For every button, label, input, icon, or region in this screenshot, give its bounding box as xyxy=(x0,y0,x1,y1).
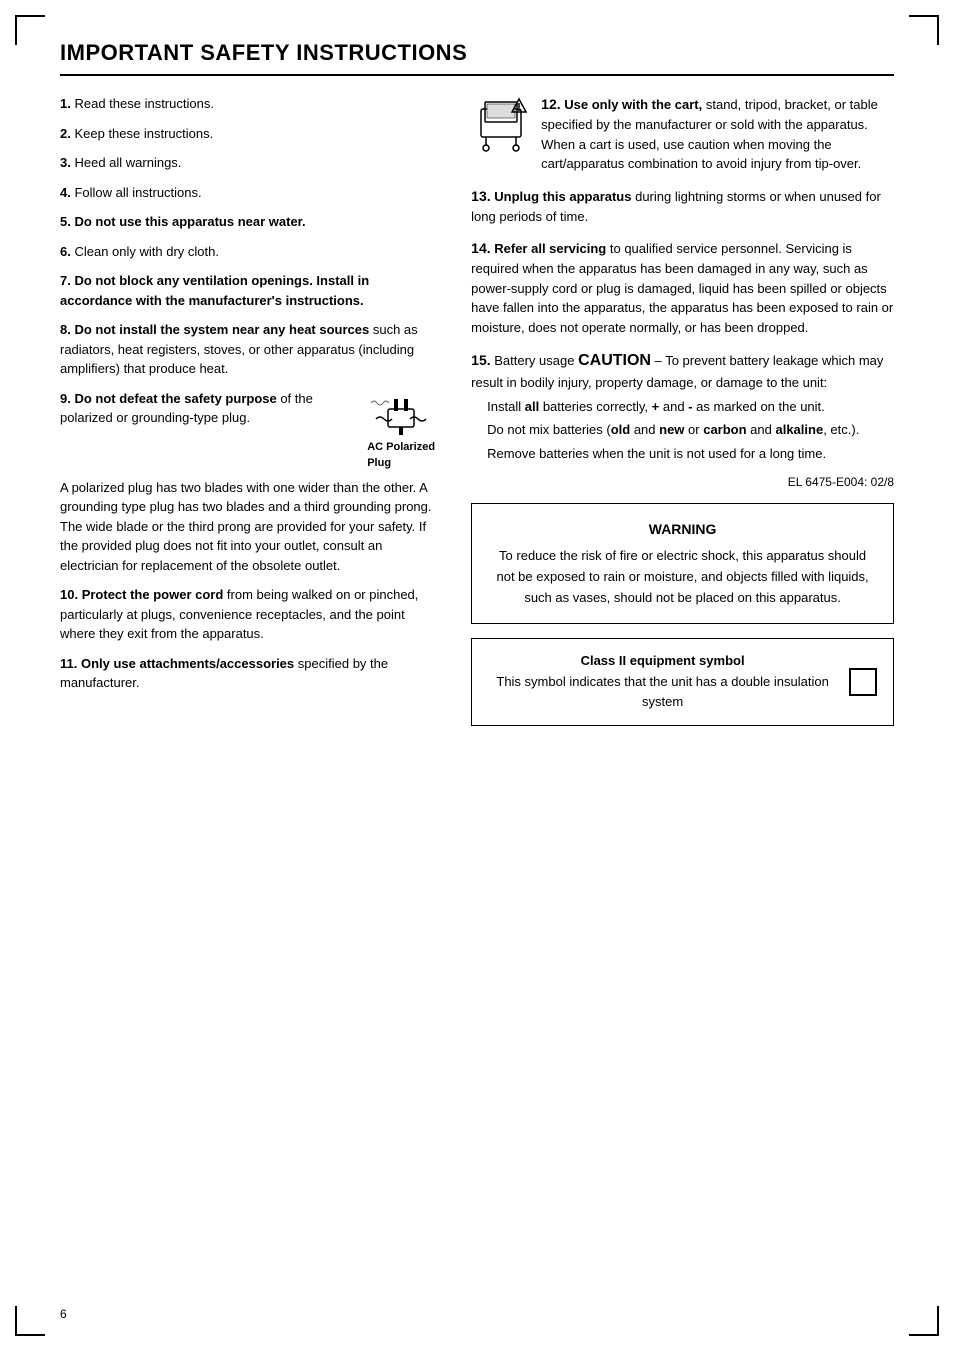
list-item: 3. Heed all warnings. xyxy=(60,153,441,173)
warning-title: WARNING xyxy=(492,518,873,540)
page-number: 6 xyxy=(60,1307,67,1321)
list-item-11: 11. Only use attachments/accessories spe… xyxy=(60,654,441,693)
el-number: EL 6475-E004: 02/8 xyxy=(471,475,894,489)
ac-plug-box: AC PolarizedPlug xyxy=(361,389,441,472)
list-item: 1. Read these instructions. xyxy=(60,94,441,114)
list-item-5: 5. Do not use this apparatus near water. xyxy=(60,212,441,232)
list-item-14: 14. Refer all servicing to qualified ser… xyxy=(471,238,894,337)
class2-box: Class II equipment symbol This symbol in… xyxy=(471,638,894,726)
corner-mark-tr xyxy=(909,15,939,45)
list-item-12: 12. Use only with the cart, stand, tripo… xyxy=(471,94,894,174)
list-item-10: 10. Protect the power cord from being wa… xyxy=(60,585,441,644)
list-item: 6. Clean only with dry cloth. xyxy=(60,242,441,262)
list-item-13: 13. Unplug this apparatus during lightni… xyxy=(471,186,894,227)
list-item-7: 7. Do not block any ventilation openings… xyxy=(60,271,441,310)
corner-mark-br xyxy=(909,1306,939,1336)
ac-plug-icon xyxy=(366,389,436,439)
list-item: 4. Follow all instructions. xyxy=(60,183,441,203)
class2-title: Class II equipment symbol xyxy=(581,653,745,668)
page-title: IMPORTANT SAFETY INSTRUCTIONS xyxy=(60,40,894,76)
page: IMPORTANT SAFETY INSTRUCTIONS 1. Read th… xyxy=(0,0,954,1351)
cart-icon xyxy=(471,94,531,154)
warning-box: WARNING To reduce the risk of fire or el… xyxy=(471,503,894,624)
two-column-layout: 1. Read these instructions. 2. Keep thes… xyxy=(60,94,894,726)
list-item-15: 15. Battery usage CAUTION – To prevent b… xyxy=(471,349,894,463)
class2-description: This symbol indicates that the unit has … xyxy=(496,674,828,710)
right-column: 12. Use only with the cart, stand, tripo… xyxy=(471,94,894,726)
class2-symbol-icon xyxy=(849,668,877,696)
list-item-8: 8. Do not install the system near any he… xyxy=(60,320,441,379)
ac-plug-label: AC PolarizedPlug xyxy=(367,439,435,472)
corner-mark-bl xyxy=(15,1306,45,1336)
corner-mark-tl xyxy=(15,15,45,45)
left-column: 1. Read these instructions. 2. Keep thes… xyxy=(60,94,441,726)
list-item-9: 9. Do not defeat the safety purpose of t… xyxy=(60,389,441,576)
list-item: 2. Keep these instructions. xyxy=(60,124,441,144)
warning-text: To reduce the risk of fire or electric s… xyxy=(492,546,873,608)
